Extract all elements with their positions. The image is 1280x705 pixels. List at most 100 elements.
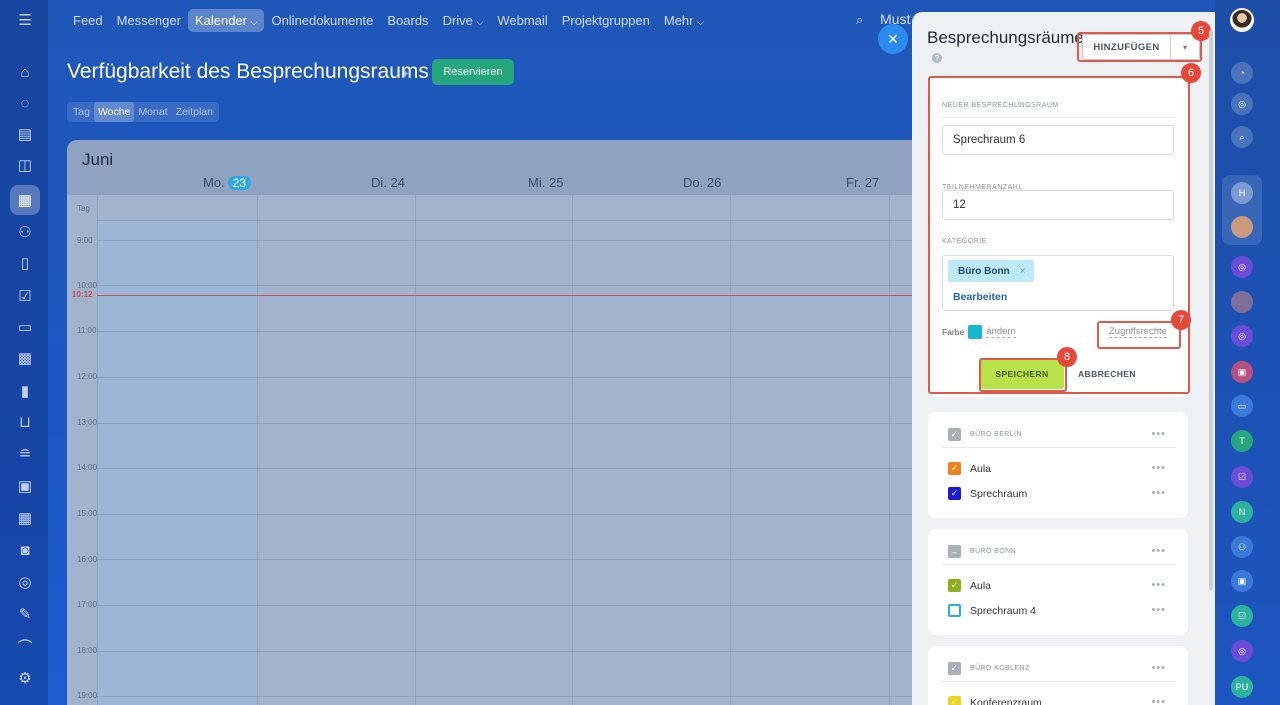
room-item[interactable]: ✓ Sprechraum: [948, 487, 1027, 500]
time-label: 12:00: [77, 372, 98, 381]
grid-line: [97, 468, 927, 469]
room-item[interactable]: ✓ Aula: [948, 579, 991, 592]
more-icon[interactable]: •••: [1151, 662, 1166, 674]
more-icon[interactable]: •••: [1151, 428, 1166, 440]
channel-icon[interactable]: ◎: [1231, 256, 1253, 278]
panel-scrollbar[interactable]: [1209, 30, 1213, 590]
tab-week[interactable]: Woche: [93, 102, 135, 122]
tab-month[interactable]: Monat: [134, 102, 171, 122]
search-icon[interactable]: ⌕: [856, 12, 863, 28]
message-icon[interactable]: ▭: [1231, 395, 1253, 417]
room-name: Konferenzraum: [970, 696, 1042, 705]
robot-icon[interactable]: ◙: [14, 539, 36, 561]
groups-icon[interactable]: ⚇: [14, 221, 36, 243]
current-time-line: [97, 295, 927, 296]
filter-icon[interactable]: ≘: [14, 443, 36, 465]
nav-messenger[interactable]: Messenger: [110, 9, 188, 32]
pin-icon[interactable]: ✦: [400, 67, 410, 81]
day-number: 26: [706, 175, 722, 190]
checkbox-unchecked-icon[interactable]: [948, 604, 961, 617]
group-header[interactable]: ✓ BÜRO BERLIN: [948, 428, 1022, 441]
close-panel-button[interactable]: ✕: [878, 24, 908, 54]
settings-icon[interactable]: ⚙: [14, 667, 36, 689]
room-item[interactable]: ✓ Konferenzraum: [948, 696, 1042, 705]
checkbox-partial-icon[interactable]: –: [948, 545, 961, 558]
home-icon[interactable]: ⌂: [14, 61, 36, 83]
search-chat-icon[interactable]: ⌕: [1231, 126, 1253, 148]
headset-icon[interactable]: ⌒: [14, 635, 36, 657]
checkbox-checked-icon[interactable]: ✓: [948, 579, 961, 592]
menu-icon[interactable]: ☰: [14, 9, 36, 31]
more-icon[interactable]: •••: [1151, 545, 1166, 557]
pulse-icon[interactable]: ◎: [1231, 93, 1253, 115]
more-icon[interactable]: •••: [1151, 604, 1166, 616]
target-icon[interactable]: ◎: [14, 571, 36, 593]
room-item[interactable]: ✓ Aula: [948, 462, 991, 475]
chat-badge-t[interactable]: T: [1231, 430, 1253, 452]
help-icon[interactable]: ?: [932, 53, 942, 63]
chat-badge-h[interactable]: H: [1231, 182, 1253, 204]
drive-icon[interactable]: ▭: [14, 316, 36, 338]
more-icon[interactable]: •••: [1151, 579, 1166, 591]
avatar[interactable]: [1231, 216, 1253, 238]
nav-boards[interactable]: Boards: [380, 9, 435, 32]
checkbox-checked-icon[interactable]: ✓: [948, 662, 961, 675]
lock-icon[interactable]: ▣: [1231, 570, 1253, 592]
sign-icon[interactable]: ✎: [14, 603, 36, 625]
checkbox-checked-icon[interactable]: ✓: [948, 487, 961, 500]
chat-icon[interactable]: ◫: [14, 154, 36, 176]
nav-online-documents[interactable]: Onlinedokumente: [264, 9, 380, 32]
day-header-tue[interactable]: Di. 24: [371, 175, 405, 190]
reserve-button[interactable]: Reservieren: [432, 59, 514, 85]
user-avatar[interactable]: [1230, 8, 1254, 32]
analytics-icon[interactable]: ▮: [14, 380, 36, 402]
avatar[interactable]: [1231, 291, 1253, 313]
group-header[interactable]: ✓ BÜRO KOBLENZ: [948, 662, 1030, 675]
contacts-icon[interactable]: ▣: [14, 475, 36, 497]
tab-day[interactable]: Tag: [69, 102, 94, 122]
feed-icon[interactable]: ◌: [14, 92, 36, 114]
chat-badge-n[interactable]: N: [1231, 501, 1253, 523]
nav-calendar[interactable]: Kalender ⌵: [187, 8, 265, 32]
nav-feed[interactable]: Feed: [66, 9, 110, 32]
checkbox-checked-icon[interactable]: ✓: [948, 696, 961, 705]
time-grid[interactable]: Tag 9:00 10:00 10:12 11:00 12:00 13:00 1…: [67, 195, 927, 705]
documents-icon[interactable]: ▯: [14, 252, 36, 274]
view-tabs: Tag Woche Monat Zeitplan: [67, 102, 219, 122]
tab-schedule[interactable]: Zeitplan: [172, 102, 217, 122]
room-name: Sprechraum 4: [970, 604, 1036, 617]
board-icon[interactable]: ▩: [14, 347, 36, 369]
checklist-icon[interactable]: ☑: [14, 285, 36, 307]
group-title: BÜRO BERLIN: [970, 431, 1022, 438]
nav-project-groups[interactable]: Projektgruppen: [555, 9, 657, 32]
channel-icon[interactable]: ◎: [1231, 640, 1253, 662]
chat-badge-pu[interactable]: PU: [1231, 676, 1253, 698]
today-badge: 23: [227, 176, 252, 190]
day-name: Mi.: [528, 175, 546, 190]
day-header-fri[interactable]: Fr. 27: [846, 175, 879, 190]
checkbox-checked-icon[interactable]: ✓: [948, 428, 961, 441]
shop-icon[interactable]: ⊔: [14, 411, 36, 433]
time-label: 11:00: [77, 326, 97, 335]
more-icon[interactable]: •••: [1151, 487, 1166, 499]
bell-icon[interactable]: ◔: [1231, 62, 1253, 84]
tasks-icon[interactable]: ▤: [14, 123, 36, 145]
nav-more[interactable]: Mehr ⌵: [657, 9, 711, 32]
day-header-wed[interactable]: Mi. 25: [528, 175, 563, 190]
nav-drive[interactable]: Drive ⌵: [436, 9, 491, 32]
checkbox-icon[interactable]: ☑: [1231, 605, 1253, 627]
team-icon[interactable]: ⚇: [1231, 536, 1253, 558]
day-header-thu[interactable]: Do. 26: [683, 175, 721, 190]
day-header-mon[interactable]: Mo. 23: [203, 175, 252, 190]
more-icon[interactable]: •••: [1151, 696, 1166, 705]
schedule-icon[interactable]: ▦: [14, 507, 36, 529]
channel-icon[interactable]: ◎: [1231, 325, 1253, 347]
more-icon[interactable]: •••: [1151, 462, 1166, 474]
checkbox-icon[interactable]: ☑: [1231, 466, 1253, 488]
calendar-icon[interactable]: ▦: [10, 185, 40, 215]
room-item[interactable]: Sprechraum 4: [948, 604, 1036, 617]
group-header[interactable]: – BÜRO BONN: [948, 545, 1016, 558]
lock-icon[interactable]: ▣: [1231, 361, 1253, 383]
nav-webmail[interactable]: Webmail: [490, 9, 554, 32]
checkbox-checked-icon[interactable]: ✓: [948, 462, 961, 475]
